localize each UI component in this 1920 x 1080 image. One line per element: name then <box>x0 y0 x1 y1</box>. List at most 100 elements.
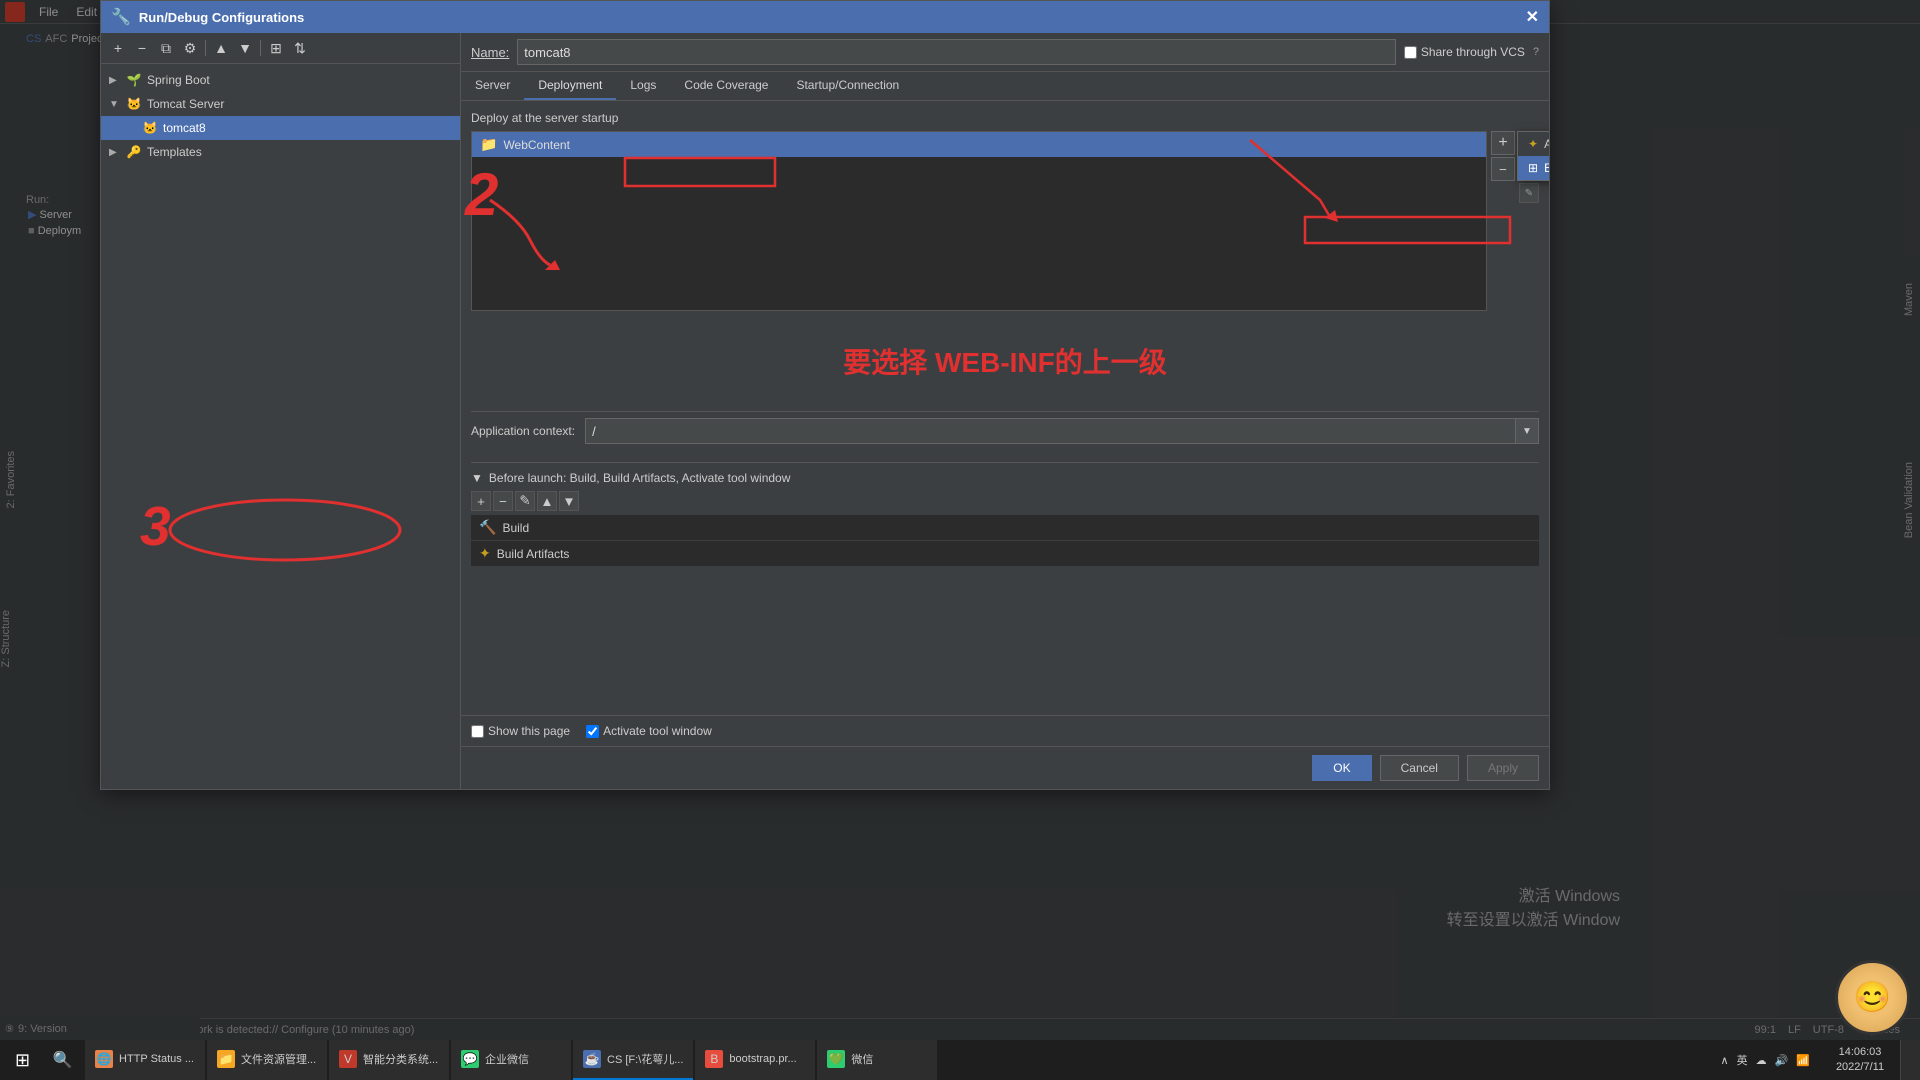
app-context-input[interactable] <box>585 418 1539 444</box>
tree-templates[interactable]: ▶ 🔑 Templates <box>101 140 460 164</box>
tree-spring-boot[interactable]: ▶ 🌱 Spring Boot <box>101 68 460 92</box>
tree-tomcat8[interactable]: 🐱 tomcat8 <box>101 116 460 140</box>
tab-server[interactable]: Server <box>461 72 524 100</box>
taskbar-bootstrap[interactable]: B bootstrap.pr... <box>695 1040 815 1080</box>
run-debug-dialog: 🔧 Run/Debug Configurations ✕ + − ⧉ ⚙ ▲ ▼… <box>100 0 1550 790</box>
spring-boot-label: Spring Boot <box>147 73 210 87</box>
up-launch-button[interactable]: ▲ <box>537 491 557 511</box>
name-input[interactable] <box>517 39 1396 65</box>
clock-date: 2022/7/11 <box>1820 1060 1900 1075</box>
artifact-option[interactable]: ✦ Artifact... <box>1518 132 1549 156</box>
wechat-label: 微信 <box>851 1051 873 1067</box>
show-page-checkbox[interactable] <box>471 725 484 738</box>
build-artifacts-launch-item[interactable]: ✦ Build Artifacts <box>471 541 1539 566</box>
share-vcs-checkbox[interactable] <box>1404 46 1417 59</box>
build-label: Build <box>502 521 529 535</box>
toolbar-separator-1 <box>205 40 206 56</box>
external-label: External Source... <box>1544 161 1549 175</box>
before-launch-section: ▼ Before launch: Build, Build Artifacts,… <box>471 462 1539 566</box>
left-toolbar: + − ⧉ ⚙ ▲ ▼ ⊞ ⇅ <box>101 33 460 64</box>
add-deploy-container: + ✦ Artifact... ⊞ External Source... <box>1491 131 1515 155</box>
dialog-close-button[interactable]: ✕ <box>1526 7 1539 27</box>
tomcat-server-icon: 🐱 <box>125 96 143 112</box>
right-config-panel: Name: Share through VCS ? Server Deploym… <box>461 33 1549 789</box>
left-config-panel: + − ⧉ ⚙ ▲ ▼ ⊞ ⇅ ▶ 🌱 Spring Boot <box>101 33 461 789</box>
cloud-icon: ☁ <box>1756 1054 1767 1067</box>
context-dropdown-button[interactable]: ▼ <box>1515 418 1539 444</box>
tree-tomcat-server[interactable]: ▼ 🐱 Tomcat Server <box>101 92 460 116</box>
cn-annotation: 要选择 WEB-INF的上一级 <box>471 341 1539 381</box>
taskbar-cs[interactable]: ☕ CS [F:\花萼儿... <box>573 1040 693 1080</box>
deploy-dropdown: ✦ Artifact... ⊞ External Source... <box>1517 131 1549 181</box>
before-launch-toolbar: + − ✎ ▲ ▼ <box>471 491 1539 511</box>
tab-logs[interactable]: Logs <box>616 72 670 100</box>
lang-icon[interactable]: 英 <box>1737 1052 1748 1068</box>
apply-button[interactable]: Apply <box>1467 755 1539 781</box>
expand-templates-icon: ▶ <box>109 147 125 158</box>
deploy-section: 📁 WebContent + ✦ Artifact.. <box>471 131 1539 311</box>
down-launch-button[interactable]: ▼ <box>559 491 579 511</box>
tabs-bar: Server Deployment Logs Code Coverage Sta… <box>461 72 1549 101</box>
tab-deployment[interactable]: Deployment <box>524 72 616 100</box>
classify-label: 智能分类系统... <box>363 1051 438 1067</box>
start-button[interactable]: ⊞ <box>0 1040 45 1080</box>
artifact-label: Artifact... <box>1544 137 1549 151</box>
build-launch-item[interactable]: 🔨 Build <box>471 515 1539 540</box>
tab-startup[interactable]: Startup/Connection <box>782 72 913 100</box>
tab-code-coverage[interactable]: Code Coverage <box>670 72 782 100</box>
deploy-list: 📁 WebContent <box>471 131 1487 311</box>
move-up-button[interactable]: ▲ <box>210 37 232 59</box>
wework-label: 企业微信 <box>485 1051 529 1067</box>
before-launch-collapse[interactable]: ▼ <box>471 471 483 485</box>
search-button[interactable]: 🔍 <box>45 1040 80 1080</box>
external-source-option[interactable]: ⊞ External Source... <box>1518 156 1549 180</box>
add-deploy-button[interactable]: + <box>1491 131 1515 155</box>
add-launch-button[interactable]: + <box>471 491 491 511</box>
deployment-content: Deploy at the server startup 📁 WebConten… <box>461 101 1549 715</box>
taskbar-items: 🌐 HTTP Status ... 📁 文件资源管理... V 智能分类系统..… <box>80 1040 1711 1080</box>
activate-tool-checkbox-container: Activate tool window <box>586 724 712 738</box>
activate-tool-checkbox[interactable] <box>586 725 599 738</box>
webcontent-label: WebContent <box>503 138 570 152</box>
chevron-icon[interactable]: ∧ <box>1721 1054 1729 1067</box>
spring-boot-icon: 🌱 <box>125 72 143 88</box>
taskbar-http[interactable]: 🌐 HTTP Status ... <box>85 1040 205 1080</box>
expand-tomcat-icon: ▼ <box>109 99 125 110</box>
templates-label: Templates <box>147 145 202 159</box>
app-context-input-wrap: ▼ <box>585 418 1539 444</box>
remove-config-button[interactable]: − <box>131 37 153 59</box>
mascot-avatar: 😊 <box>1835 960 1910 1035</box>
settings-config-button[interactable]: ⚙ <box>179 37 201 59</box>
system-clock[interactable]: 14:06:03 2022/7/11 <box>1820 1045 1900 1076</box>
network-icon[interactable]: 📶 <box>1796 1054 1810 1067</box>
files-label: 文件资源管理... <box>241 1051 316 1067</box>
speaker-icon[interactable]: 🔊 <box>1775 1054 1789 1067</box>
before-launch-label: Before launch: Build, Build Artifacts, A… <box>489 471 791 485</box>
dialog-title: 🔧 Run/Debug Configurations <box>111 7 304 27</box>
remove-launch-button[interactable]: − <box>493 491 513 511</box>
build-icon: 🔨 <box>479 519 496 536</box>
config-tree: ▶ 🌱 Spring Boot ▼ 🐱 Tomcat Server 🐱 tomc… <box>101 64 460 789</box>
deploy-header: Deploy at the server startup <box>471 111 1539 125</box>
edit-scroll-button[interactable]: ✎ <box>1519 183 1539 203</box>
edit-launch-button[interactable]: ✎ <box>515 491 535 511</box>
add-config-button[interactable]: + <box>107 37 129 59</box>
remove-deploy-button[interactable]: − <box>1491 157 1515 181</box>
templates-icon: 🔑 <box>125 144 143 160</box>
copy-config-button[interactable]: ⧉ <box>155 37 177 59</box>
move-down-button[interactable]: ▼ <box>234 37 256 59</box>
taskbar-files[interactable]: 📁 文件资源管理... <box>207 1040 327 1080</box>
dialog-body: + − ⧉ ⚙ ▲ ▼ ⊞ ⇅ ▶ 🌱 Spring Boot <box>101 33 1549 789</box>
cancel-button[interactable]: Cancel <box>1380 755 1459 781</box>
sort-button[interactable]: ⇅ <box>289 37 311 59</box>
taskbar-wechat[interactable]: 💚 微信 <box>817 1040 937 1080</box>
show-desktop-button[interactable] <box>1900 1040 1920 1080</box>
deploy-webcontent-item[interactable]: 📁 WebContent <box>472 132 1486 157</box>
filter-button[interactable]: ⊞ <box>265 37 287 59</box>
expand-spring-icon: ▶ <box>109 75 125 86</box>
ok-button[interactable]: OK <box>1312 755 1371 781</box>
taskbar: ⊞ 🔍 🌐 HTTP Status ... 📁 文件资源管理... V 智能分类… <box>0 1040 1920 1080</box>
taskbar-wework[interactable]: 💬 企业微信 <box>451 1040 571 1080</box>
taskbar-classify[interactable]: V 智能分类系统... <box>329 1040 449 1080</box>
help-icon[interactable]: ? <box>1533 46 1539 58</box>
